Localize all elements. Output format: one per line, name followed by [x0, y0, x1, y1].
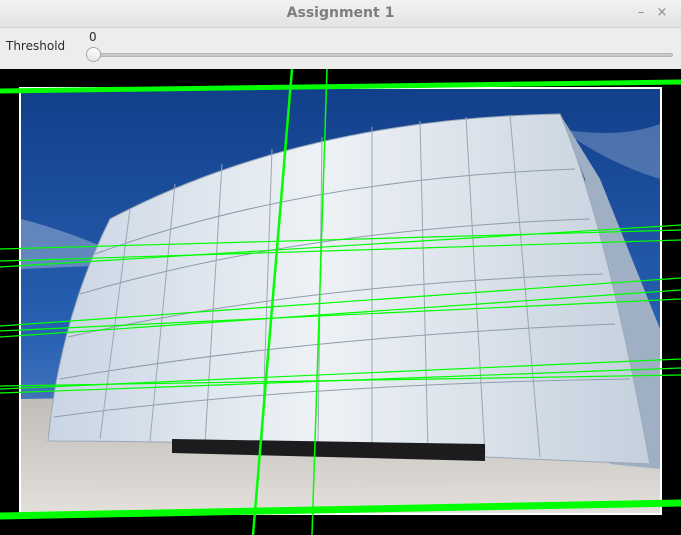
threshold-slider-handle[interactable]	[86, 47, 101, 62]
threshold-value: 0	[89, 30, 97, 44]
image-canvas	[0, 69, 681, 535]
app-window: Assignment 1 – × Threshold 0	[0, 0, 681, 535]
photo	[20, 89, 661, 513]
window-title: Assignment 1	[286, 5, 395, 21]
minimize-button[interactable]: –	[633, 5, 649, 21]
close-button[interactable]: ×	[654, 5, 670, 21]
threshold-label: Threshold	[6, 39, 66, 53]
threshold-slider-track[interactable]	[94, 53, 673, 57]
title-bar: Assignment 1 – ×	[0, 0, 681, 28]
threshold-toolbar: Threshold 0	[0, 28, 681, 69]
hough-lines-image	[0, 69, 681, 535]
